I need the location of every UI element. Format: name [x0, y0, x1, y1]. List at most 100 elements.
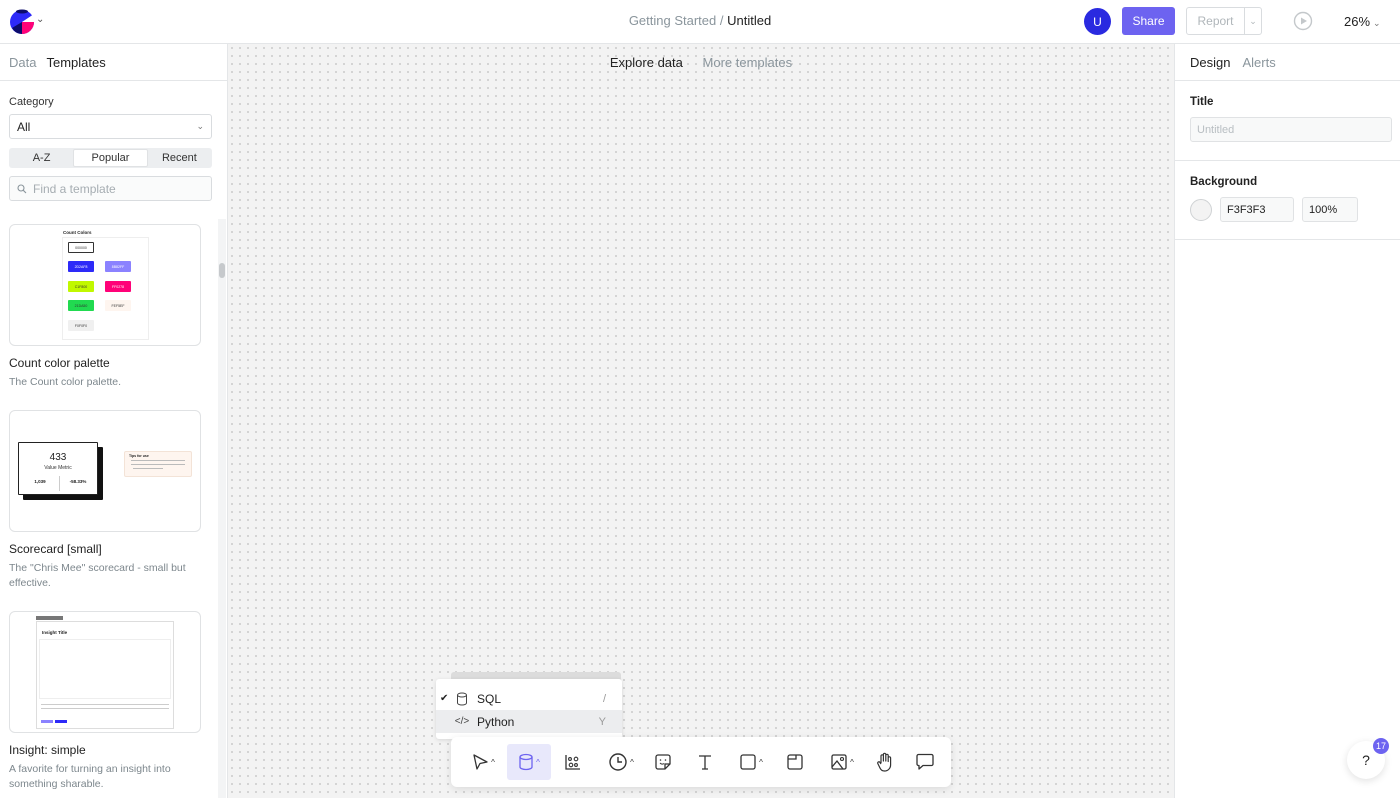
tab-alerts[interactable]: Alerts [1242, 55, 1275, 70]
breadcrumb-current[interactable]: Untitled [727, 13, 771, 28]
tool-select[interactable]: ^ [465, 744, 501, 780]
title-input[interactable] [1190, 117, 1392, 142]
scatter-chart-icon [565, 755, 580, 770]
preview-metric: Value Metric [44, 465, 72, 471]
preview-line [133, 468, 163, 469]
preview-divider [59, 476, 60, 491]
bottom-toolbar: ^ ^ ^ ^ ^ [451, 737, 951, 787]
preview-left-value: 1,039 [34, 479, 46, 484]
tool-shape[interactable]: ^ [733, 744, 769, 780]
tab-templates[interactable]: Templates [46, 55, 105, 70]
template-thumbnail: 433 Value Metric 1,039 -58.33% Tips for … [9, 410, 201, 532]
preview-tips: Tips for use [124, 451, 192, 477]
sort-popular[interactable]: Popular [73, 149, 148, 167]
tool-history[interactable]: ^ [603, 744, 639, 780]
user-avatar[interactable]: U [1084, 8, 1111, 35]
menu-item-python[interactable]: </> Python Y [436, 710, 622, 733]
preview-chart-area [39, 639, 171, 699]
scrollbar-thumb[interactable] [219, 263, 225, 278]
template-thumbnail: Count Colors 000000 2D2AF8 8B82FF C1F800… [9, 224, 201, 346]
template-thumbnail: Insight Title [9, 611, 201, 733]
category-select[interactable]: All ⌄ [9, 114, 212, 139]
caret-up-icon[interactable]: ^ [759, 758, 763, 767]
template-card[interactable]: Insight Title Insight: simple A favorite… [9, 611, 204, 792]
preview-swatch: 8B82FF [105, 261, 131, 272]
tool-text[interactable] [691, 744, 719, 780]
tool-hand[interactable] [871, 744, 899, 780]
template-search [9, 176, 212, 201]
preview-heading: Count Colors [63, 230, 92, 235]
hand-icon [877, 752, 892, 772]
tool-visual[interactable] [559, 744, 587, 780]
square-icon [740, 754, 756, 770]
background-hex-input[interactable] [1220, 197, 1294, 222]
background-opacity-input[interactable] [1302, 197, 1358, 222]
left-panel: Data Templates Category All ⌄ A-Z Popula… [0, 44, 228, 798]
template-card[interactable]: 433 Value Metric 1,039 -58.33% Tips for … [9, 410, 204, 591]
caret-up-icon[interactable]: ^ [536, 758, 540, 767]
menu-item-sql[interactable]: ✔ SQL / [436, 687, 622, 710]
canvas-tabs: Explore data More templates [228, 55, 1174, 70]
sticky-note-icon [655, 754, 671, 770]
tool-frame[interactable] [781, 744, 809, 780]
share-button[interactable]: Share [1122, 7, 1175, 35]
category-label: Category [9, 96, 54, 108]
caret-up-icon[interactable]: ^ [491, 758, 495, 767]
present-play-icon[interactable] [1293, 11, 1313, 31]
preview-swatch: F0F0F0 [68, 320, 94, 331]
template-card[interactable]: Count Colors 000000 2D2AF8 8B82FF C1F800… [9, 224, 201, 390]
preview-swatch: FF0278 [105, 281, 131, 292]
chevron-down-icon: ⌄ [196, 121, 204, 131]
preview-right-value: -58.33% [69, 479, 87, 484]
tab-more-templates[interactable]: More templates [703, 55, 793, 70]
code-icon: </> [454, 716, 470, 727]
template-list-scrollbar[interactable] [218, 219, 226, 798]
background-label: Background [1190, 176, 1258, 188]
preview-tag [41, 720, 53, 723]
preview-line [131, 464, 185, 465]
tool-data-cell[interactable]: ^ [507, 744, 551, 780]
text-icon [699, 755, 711, 770]
preview-line [41, 704, 169, 705]
breadcrumb-parent[interactable]: Getting Started [629, 13, 716, 28]
caret-up-icon[interactable]: ^ [630, 758, 634, 767]
background-row [1190, 197, 1392, 222]
zoom-level-dropdown[interactable]: 26% ⌄ [1344, 14, 1381, 29]
tool-sticky-note[interactable] [649, 744, 677, 780]
preview-line [41, 708, 169, 709]
tab-data[interactable]: Data [9, 55, 36, 70]
sort-recent[interactable]: Recent [148, 149, 211, 167]
preview-swatch: C1F800 [68, 281, 94, 292]
clock-icon [609, 753, 627, 771]
tool-image[interactable]: ^ [823, 744, 861, 780]
tool-comment[interactable] [911, 744, 939, 780]
frame-icon [787, 754, 803, 770]
template-search-input[interactable] [33, 181, 203, 196]
tab-explore-data[interactable]: Explore data [610, 55, 683, 70]
background-color-swatch[interactable] [1190, 198, 1212, 221]
caret-up-icon[interactable]: ^ [850, 758, 854, 767]
preview-swatch: FEF5EF [105, 300, 131, 311]
image-icon [831, 754, 847, 770]
category-select-value: All [17, 120, 31, 134]
preview-tag [55, 720, 67, 723]
menu-item-label: SQL [477, 691, 502, 706]
preview-scorecard: 433 Value Metric 1,039 -58.33% [18, 442, 98, 495]
title-section: Title [1175, 81, 1400, 161]
tab-design[interactable]: Design [1190, 55, 1230, 70]
preview-tag [36, 616, 63, 620]
background-section: Background [1175, 161, 1400, 240]
right-panel-tabs: Design Alerts [1175, 44, 1400, 81]
menu-item-shortcut: Y [598, 715, 606, 728]
report-menu-chevron-icon[interactable]: ⌄ [1245, 8, 1261, 34]
preview-swatch: 2D2AF8 [68, 261, 94, 272]
report-button[interactable]: Report [1187, 8, 1245, 34]
preview-heading: Insight Title [42, 630, 68, 635]
canvas[interactable]: Explore data More templates [228, 44, 1174, 798]
template-title: Insight: simple [9, 743, 86, 757]
top-bar: ⌄ Getting Started / Untitled U Share Rep… [0, 0, 1400, 44]
breadcrumb-separator: / [716, 13, 728, 28]
preview-swatch: 21DA50 [68, 300, 94, 311]
template-title: Count color palette [9, 356, 110, 370]
sort-a-z[interactable]: A-Z [10, 149, 73, 167]
